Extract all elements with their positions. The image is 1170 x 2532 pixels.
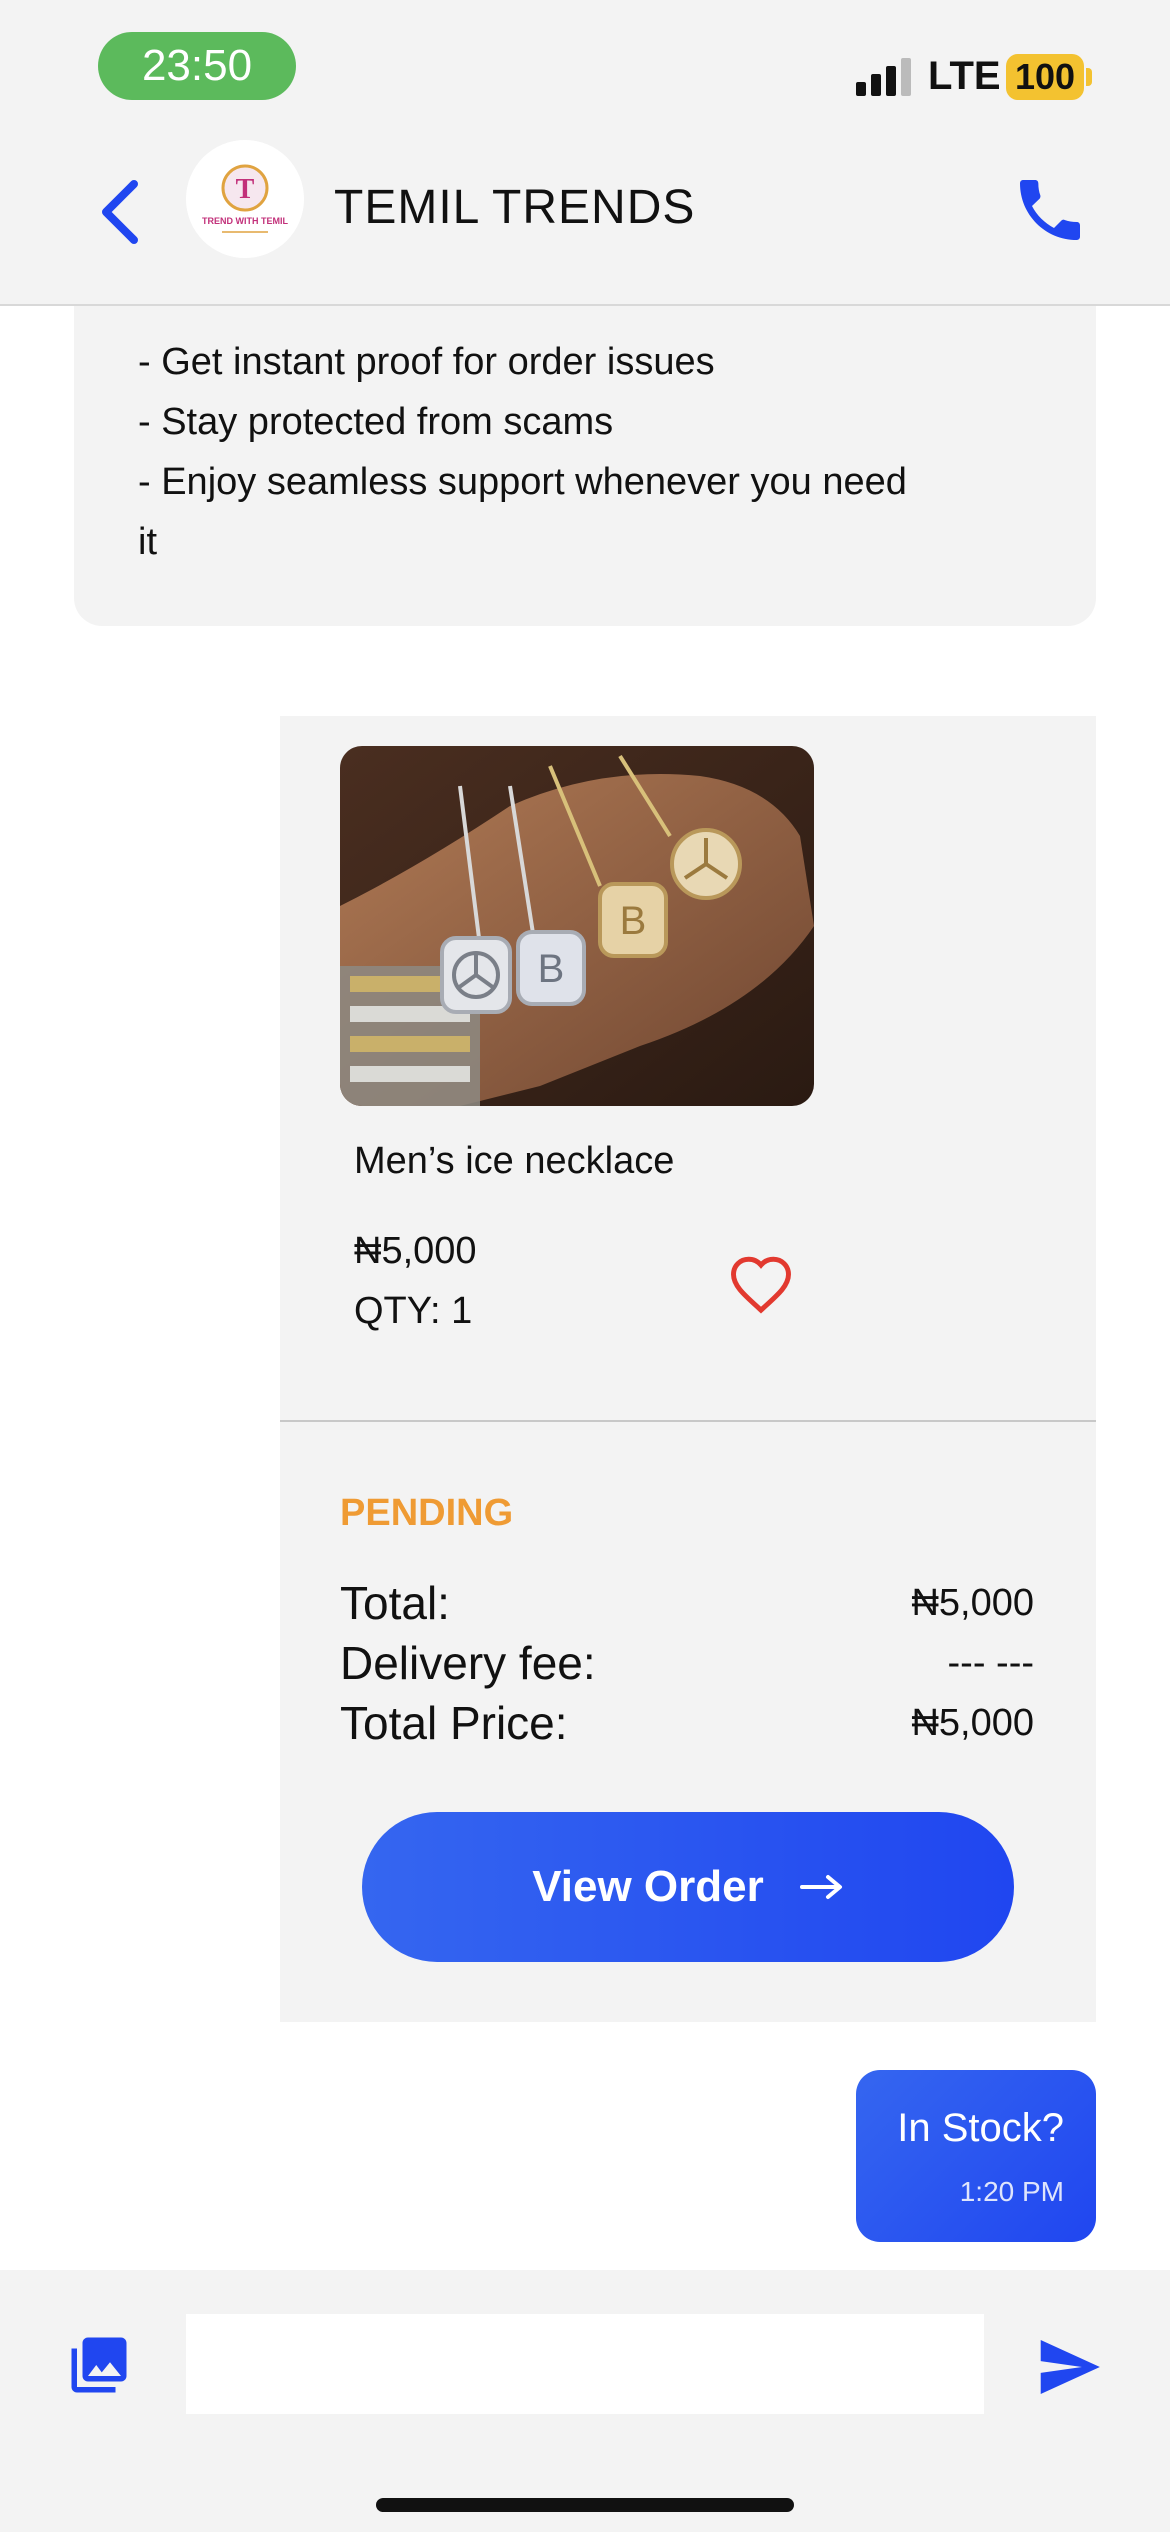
svg-text:T: T — [236, 174, 255, 205]
sent-message-time: 1:20 PM — [959, 2176, 1064, 2207]
total-value: ₦5,000 — [911, 1582, 1034, 1624]
status-time: 23:50 — [98, 32, 296, 100]
total-label: Total: — [340, 1577, 450, 1629]
sent-message-text: In Stock? — [897, 2106, 1064, 2150]
gallery-icon[interactable] — [66, 2332, 132, 2398]
product-name: Men’s ice necklace — [354, 1140, 675, 1182]
svg-text:B: B — [620, 899, 647, 943]
call-icon[interactable] — [1010, 170, 1090, 250]
info-line: - Get instant proof for order issues — [138, 341, 715, 383]
shop-logo: T TREND WITH TEMIL — [186, 140, 304, 258]
avatar[interactable]: T TREND WITH TEMIL — [186, 140, 304, 258]
status-bar: 23:50 LTE 100 — [0, 0, 1170, 140]
info-message-bubble: - Get instant proof for order issues - S… — [74, 306, 1096, 626]
view-order-button[interactable]: View Order — [362, 1812, 1014, 1962]
product-quantity: QTY: 1 — [354, 1290, 473, 1332]
back-icon[interactable] — [96, 176, 144, 248]
send-icon[interactable] — [1038, 2340, 1100, 2394]
info-line: - Enjoy seamless support whenever you ne… — [138, 461, 907, 503]
info-line: - Stay protected from scams — [138, 401, 614, 443]
product-price: ₦5,000 — [354, 1230, 477, 1272]
arrow-right-icon — [799, 1875, 842, 1899]
message-composer — [0, 2270, 1170, 2532]
chat-header: T TREND WITH TEMIL TEMIL TRENDS — [0, 140, 1170, 306]
heart-icon[interactable] — [728, 1252, 794, 1316]
svg-text:B: B — [538, 947, 565, 991]
product-image[interactable]: B B — [340, 746, 814, 1106]
svg-text:TREND WITH TEMIL: TREND WITH TEMIL — [202, 216, 288, 226]
message-input[interactable] — [186, 2314, 984, 2414]
order-status-badge: PENDING — [340, 1492, 514, 1534]
view-order-label: View Order — [532, 1862, 764, 1911]
total-price-label: Total Price: — [340, 1697, 568, 1749]
battery-icon: 100 — [1006, 54, 1084, 100]
order-card: B B Men’s ice necklace ₦5,000 QTY: 1 PEN… — [280, 716, 1096, 2022]
info-line: it — [138, 521, 157, 563]
network-type: LTE — [928, 54, 1001, 98]
delivery-fee-label: Delivery fee: — [340, 1637, 596, 1689]
chat-screen: 23:50 LTE 100 T TREND WITH TEMIL TEMIL T… — [0, 0, 1170, 2532]
delivery-fee-value: --- --- — [947, 1642, 1034, 1684]
total-price-value: ₦5,000 — [911, 1702, 1034, 1744]
battery-cap — [1086, 68, 1092, 86]
card-divider — [280, 1420, 1096, 1422]
sent-message-bubble[interactable]: In Stock? 1:20 PM — [856, 2070, 1096, 2242]
signal-icon — [856, 58, 914, 96]
shop-name: TEMIL TRENDS — [334, 181, 696, 234]
home-indicator — [376, 2498, 794, 2512]
